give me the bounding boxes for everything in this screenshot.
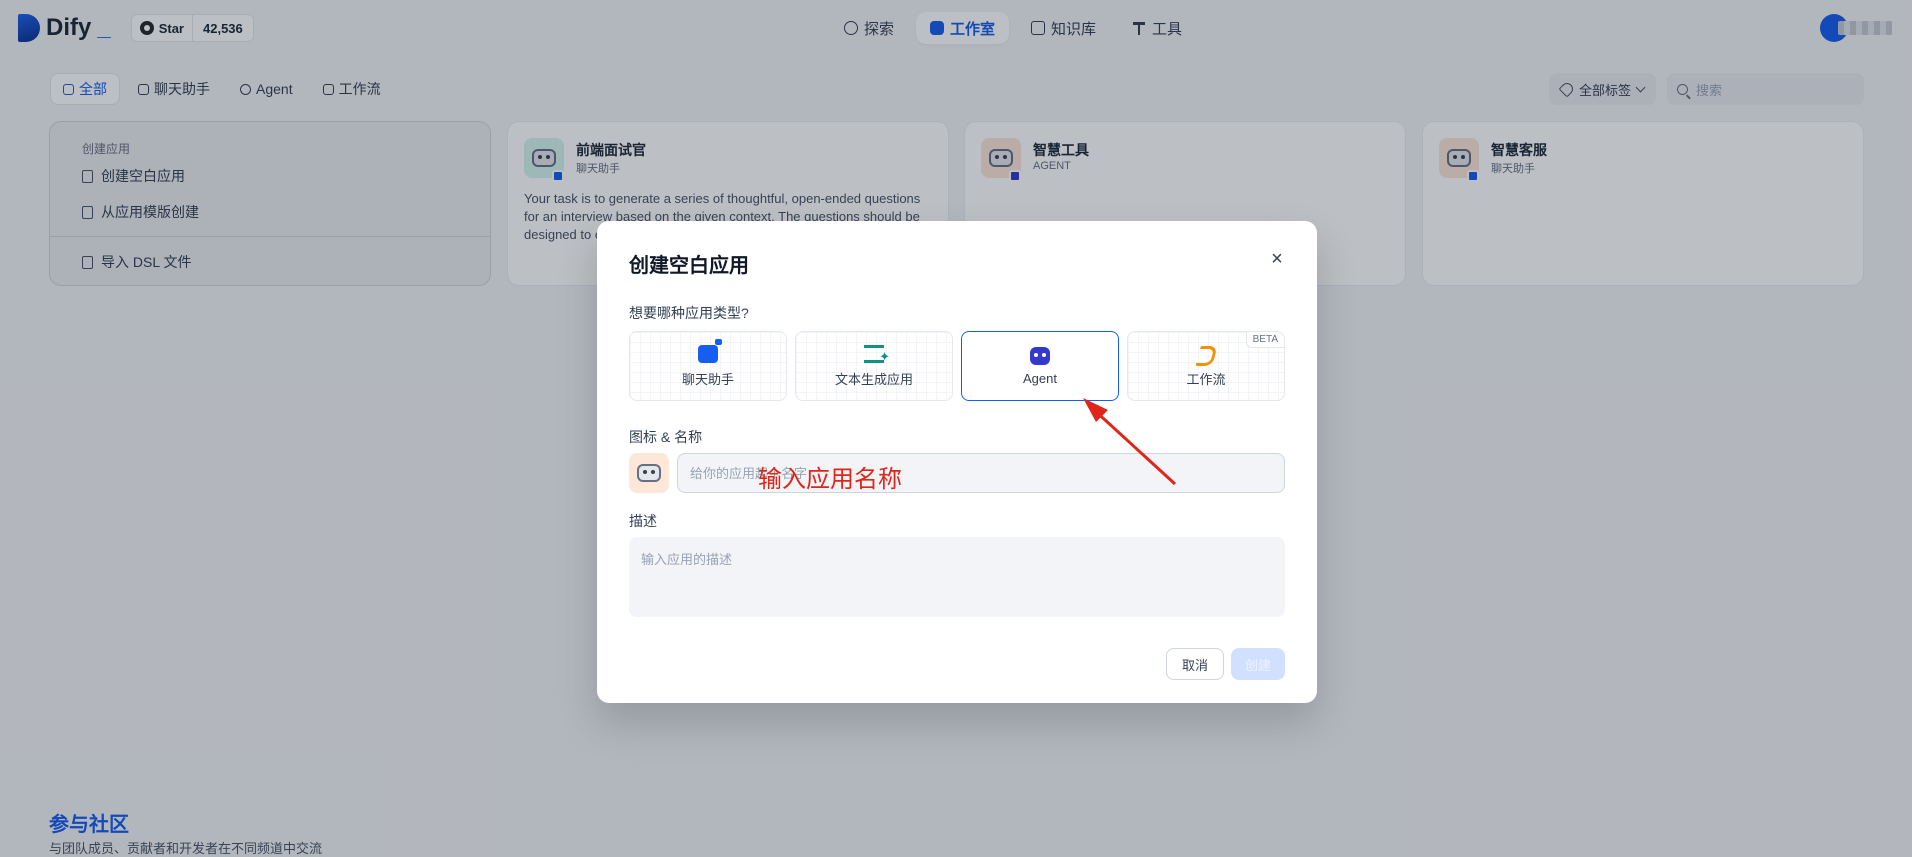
type-option-label: Agent — [1023, 370, 1057, 386]
icon-name-label: 图标 & 名称 — [629, 429, 703, 445]
name-row — [629, 453, 1285, 493]
beta-badge: BETA — [1245, 332, 1284, 348]
app-icon-picker[interactable] — [629, 453, 669, 493]
type-option-workflow[interactable]: 工作流 BETA — [1127, 331, 1285, 401]
type-option-label: 聊天助手 — [681, 371, 734, 387]
text-generation-icon — [864, 344, 890, 365]
app-type-question: 想要哪种应用类型? — [629, 305, 749, 321]
cancel-button[interactable]: 取消 — [1166, 648, 1224, 680]
type-option-agent[interactable]: Agent — [961, 331, 1119, 401]
agent-icon — [1030, 346, 1050, 365]
annotation-text: 输入应用名称 — [758, 465, 902, 493]
type-option-label: 文本生成应用 — [834, 371, 913, 387]
type-option-text-generation[interactable]: 文本生成应用 — [795, 331, 953, 401]
create-blank-app-dialog: 创建空白应用 × 想要哪种应用类型? 聊天助手 文本生成应用 Agent 工作流… — [597, 221, 1317, 703]
app-type-options: 聊天助手 文本生成应用 Agent 工作流 BETA — [629, 331, 1285, 401]
workflow-icon — [1196, 345, 1216, 363]
description-label: 描述 — [629, 513, 657, 529]
type-option-label: 工作流 — [1186, 371, 1226, 387]
type-option-chat[interactable]: 聊天助手 — [629, 331, 787, 401]
app-description-input[interactable] — [629, 537, 1285, 617]
close-icon[interactable]: × — [1269, 249, 1285, 269]
create-button[interactable]: 创建 — [1231, 648, 1285, 680]
dialog-title: 创建空白应用 — [629, 255, 749, 277]
chat-bot-icon — [698, 338, 722, 363]
robot-icon — [637, 464, 661, 482]
